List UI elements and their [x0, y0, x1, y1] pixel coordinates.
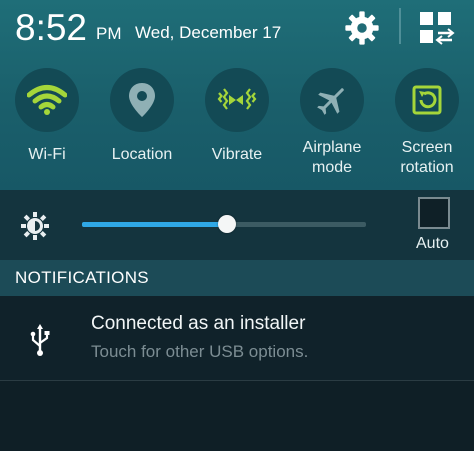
clock-time: 8:52 [15, 7, 88, 48]
toggle-rotation-label: Screen rotation [378, 138, 474, 178]
auto-brightness-checkbox[interactable] [418, 197, 450, 229]
toggle-location[interactable]: Location [93, 68, 191, 165]
toggle-location-label: Location [111, 146, 173, 163]
toggle-airplane-label: Airplane mode [283, 138, 381, 178]
brightness-icon [21, 212, 49, 240]
toggle-vibrate[interactable]: Vibrate [188, 68, 286, 165]
toggle-wifi-label: Wi-Fi [28, 146, 66, 163]
vibrate-icon [217, 88, 257, 110]
toggle-rotation-circle[interactable] [395, 68, 459, 132]
toggle-screen-rotation[interactable]: Screen rotation [378, 68, 474, 178]
screen-rotation-icon [412, 85, 442, 115]
toggle-wifi-circle[interactable] [15, 68, 79, 132]
notifications-header: NOTIFICATIONS [0, 260, 474, 296]
gear-icon[interactable] [343, 9, 381, 47]
clock-ampm: PM [96, 24, 122, 43]
location-pin-icon [129, 83, 155, 117]
toggle-airplane-circle[interactable] [300, 68, 364, 132]
status-date: Wed, December 17 [135, 23, 282, 42]
notifications-header-label: NOTIFICATIONS [15, 268, 149, 287]
quick-panel-edit-icon[interactable] [419, 11, 455, 45]
notification-empty-area [0, 381, 474, 451]
notification-subtitle: Touch for other USB options. [91, 342, 309, 361]
auto-brightness-label: Auto [416, 235, 449, 252]
wifi-icon [27, 85, 67, 115]
toggle-rotation-label-line2: rotation [400, 159, 454, 176]
toggle-vibrate-circle[interactable] [205, 68, 269, 132]
notification-usb[interactable] [0, 296, 474, 380]
toggle-wifi[interactable]: Wi-Fi [0, 68, 96, 165]
toggle-airplane-label-line1: Airplane [302, 139, 362, 156]
toggle-airplane-mode[interactable]: Airplane mode [283, 68, 381, 178]
toggle-airplane-label-line2: mode [311, 159, 353, 176]
airplane-icon [317, 88, 344, 115]
brightness-fill [82, 222, 227, 227]
brightness-slider-thumb[interactable] [217, 215, 236, 233]
toggle-location-circle[interactable] [110, 68, 174, 132]
toggle-vibrate-label: Vibrate [211, 146, 263, 163]
notification-title: Connected as an installer [91, 313, 306, 334]
usb-icon [30, 324, 50, 356]
header-divider [399, 8, 401, 44]
toggle-rotation-label-line1: Screen [401, 139, 453, 156]
